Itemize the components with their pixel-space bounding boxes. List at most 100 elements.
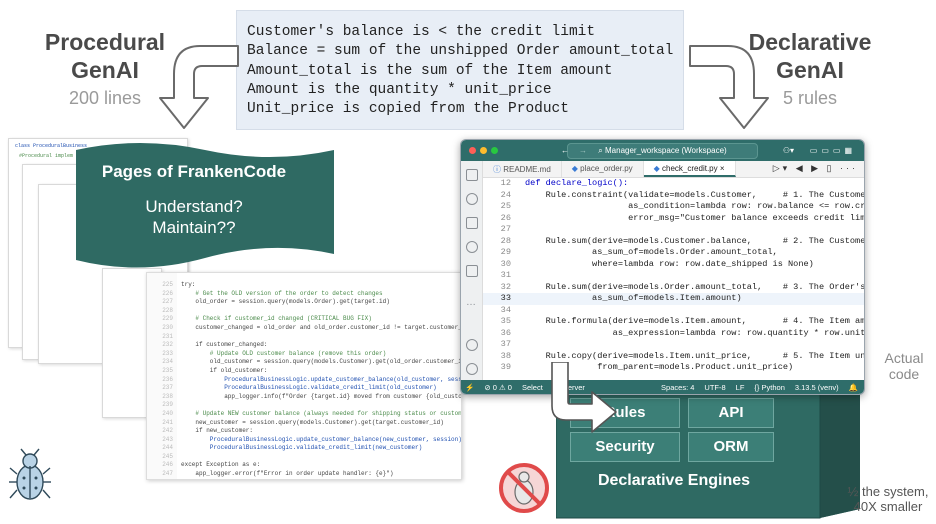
procedural-line-number: 241 <box>162 418 173 426</box>
run-debug-icon[interactable] <box>466 217 478 229</box>
code-line[interactable]: 25 as_condition=lambda row: row.balance … <box>483 201 864 213</box>
code-line[interactable]: 37 <box>483 339 864 351</box>
minimize-window-button[interactable] <box>480 147 487 154</box>
line-number: 31 <box>500 270 511 280</box>
code-line[interactable]: 31 <box>483 270 864 282</box>
source-control-icon[interactable] <box>466 241 478 253</box>
status-eol[interactable]: LF <box>736 383 745 392</box>
window-controls <box>469 147 498 154</box>
code-line[interactable]: 34 <box>483 305 864 317</box>
procedural-line-number: 226 <box>162 289 173 297</box>
line-number: 32 <box>500 281 511 292</box>
procedural-code-line: if old_customer: <box>181 366 268 374</box>
procedural-line-number: 232 <box>162 341 173 349</box>
code-line[interactable]: 29 as_sum_of=models.Order.amount_total, <box>483 247 864 259</box>
procedural-source: try: # Get the OLD version of the order … <box>181 281 462 480</box>
code-line[interactable]: 30 where=lambda row: row.date_shipped is… <box>483 259 864 271</box>
procedural-code-line: old_customer = session.query(models.Cust… <box>181 358 462 366</box>
status-encoding[interactable]: UTF-8 <box>704 383 725 392</box>
extensions-icon[interactable] <box>466 265 478 277</box>
tab-place-order[interactable]: ◆ place_order.py <box>562 161 644 177</box>
code-line[interactable]: 38 Rule.copy(derive=models.Item.unit_pri… <box>483 351 864 363</box>
code-line[interactable]: 27 <box>483 224 864 236</box>
procedural-code-line: customer_changed = old_order and old_ord… <box>181 323 462 331</box>
line-text: Rule.formula(derive=models.Item.amount, … <box>545 316 864 326</box>
status-select[interactable]: Select <box>522 383 543 392</box>
nav-forward-icon[interactable]: → <box>579 146 587 155</box>
rule-5: Unit_price is copied from the Product <box>247 101 569 118</box>
editor-tabs: ⓘ README.md ◆ place_order.py ◆ check_cre… <box>483 161 864 178</box>
remote-icon[interactable]: ⚡ <box>465 383 474 392</box>
nav-back-icon[interactable]: ← <box>561 146 569 155</box>
editor-code-area[interactable]: 12 def declare_logic(): 24 Rule.constraint… <box>483 178 864 380</box>
procedural-line-number: 236 <box>162 375 173 383</box>
procedural-code-line <box>181 453 461 462</box>
settings-gear-icon[interactable] <box>466 363 478 375</box>
procedural-code-line: # Get the OLD version of the order to de… <box>181 289 383 297</box>
python-file-icon: ◆ <box>571 164 581 173</box>
editor-actions[interactable]: ▷▾ ◀ ▶ ▯ ··· <box>773 161 864 177</box>
procedural-line-number: 235 <box>162 366 173 374</box>
procedural-code-line <box>181 401 461 410</box>
procedural-line-number: 237 <box>162 384 173 392</box>
procedural-line-number: 230 <box>162 323 173 331</box>
status-spaces[interactable]: Spaces: 4 <box>661 383 694 392</box>
orm-engine: ORM <box>688 432 774 462</box>
procedural-code-line: if new_customer: <box>181 427 254 435</box>
no-bug-icon <box>499 463 549 513</box>
problems-count[interactable]: ⊘ 0 ⚠ 0 <box>484 383 512 392</box>
status-bar: ⚡ ⊘ 0 ⚠ 0 Select es Server Spaces: 4 UTF… <box>461 380 864 394</box>
procedural-line-number: 229 <box>162 315 173 323</box>
procedural-line-number: 240 <box>162 409 173 417</box>
procedural-line-number: 227 <box>162 298 173 306</box>
line-number: 35 <box>500 316 511 326</box>
procedural-line-number: 246 <box>162 461 173 469</box>
tab-readme[interactable]: ⓘ README.md <box>483 161 562 177</box>
line-number: 39 <box>500 362 511 372</box>
procedural-code-line: raise <box>181 479 461 480</box>
procedural-code-line: except Exception as e: <box>181 461 261 469</box>
status-env[interactable]: 3.13.5 (venv) <box>795 383 839 392</box>
more-icon[interactable]: … <box>466 297 478 309</box>
line-number: 28 <box>500 235 511 246</box>
line-text: as_sum_of=models.Item.amount) <box>525 293 742 303</box>
banner-question-2: Maintain?? <box>152 218 236 237</box>
line-text: as_condition=lambda row: row.balance <= … <box>628 201 864 211</box>
copilot-icon[interactable]: ⚇▾ <box>783 146 794 155</box>
code-line[interactable]: 26 error_msg="Customer balance exceeds c… <box>483 213 864 225</box>
procedural-line-number: 239 <box>162 401 173 409</box>
banner-title: Pages of FrankenCode <box>101 162 287 181</box>
maximize-window-button[interactable] <box>491 147 498 154</box>
line-number: 33 <box>500 293 511 303</box>
close-window-button[interactable] <box>469 147 476 154</box>
line-number: 24 <box>500 189 511 200</box>
code-line[interactable]: 33 as_sum_of=models.Item.amount) <box>483 293 864 305</box>
procedural-line-number: 247 <box>162 470 173 478</box>
rule-2: Balance = sum of the unshipped Order amo… <box>247 43 674 60</box>
notifications-icon[interactable]: 🔔 <box>849 383 858 392</box>
status-language[interactable]: {} Python <box>754 383 784 392</box>
line-text: def declare_logic(): <box>525 178 629 188</box>
layout-icons[interactable]: ▭▭▭▦ <box>810 146 856 155</box>
code-line[interactable]: 39 from_parent=models.Product.unit_price… <box>483 362 864 374</box>
line-number: 12 <box>500 178 511 188</box>
code-line[interactable]: 24 Rule.constraint(validate=models.Custo… <box>483 190 864 202</box>
command-center-search[interactable]: ⌕ Manager_workspace (Workspace) <box>567 142 758 159</box>
close-tab-icon[interactable]: × <box>720 164 725 173</box>
procedural-line-number: 228 <box>162 306 173 314</box>
procedural-line-number: 231 <box>162 332 173 340</box>
tab-check-credit[interactable]: ◆ check_credit.py × <box>643 161 736 177</box>
info-icon: ⓘ <box>493 165 504 174</box>
line-number: 25 <box>500 201 511 211</box>
code-line[interactable]: 36 as_expression=lambda row: row.quantit… <box>483 328 864 340</box>
code-line[interactable]: 28 Rule.sum(derive=models.Customer.balan… <box>483 236 864 248</box>
code-line[interactable]: 12 def declare_logic(): <box>483 178 864 190</box>
procedural-code-line <box>181 333 461 342</box>
procedural-code-line: app_logger.error(f"Error in order update… <box>181 470 394 478</box>
code-line[interactable]: 35 Rule.formula(derive=models.Item.amoun… <box>483 316 864 328</box>
search-view-icon[interactable] <box>466 193 478 205</box>
code-line[interactable]: 32 Rule.sum(derive=models.Order.amount_t… <box>483 282 864 294</box>
account-icon[interactable] <box>466 339 478 351</box>
explorer-icon[interactable] <box>466 169 478 181</box>
api-engine: API <box>688 398 774 428</box>
